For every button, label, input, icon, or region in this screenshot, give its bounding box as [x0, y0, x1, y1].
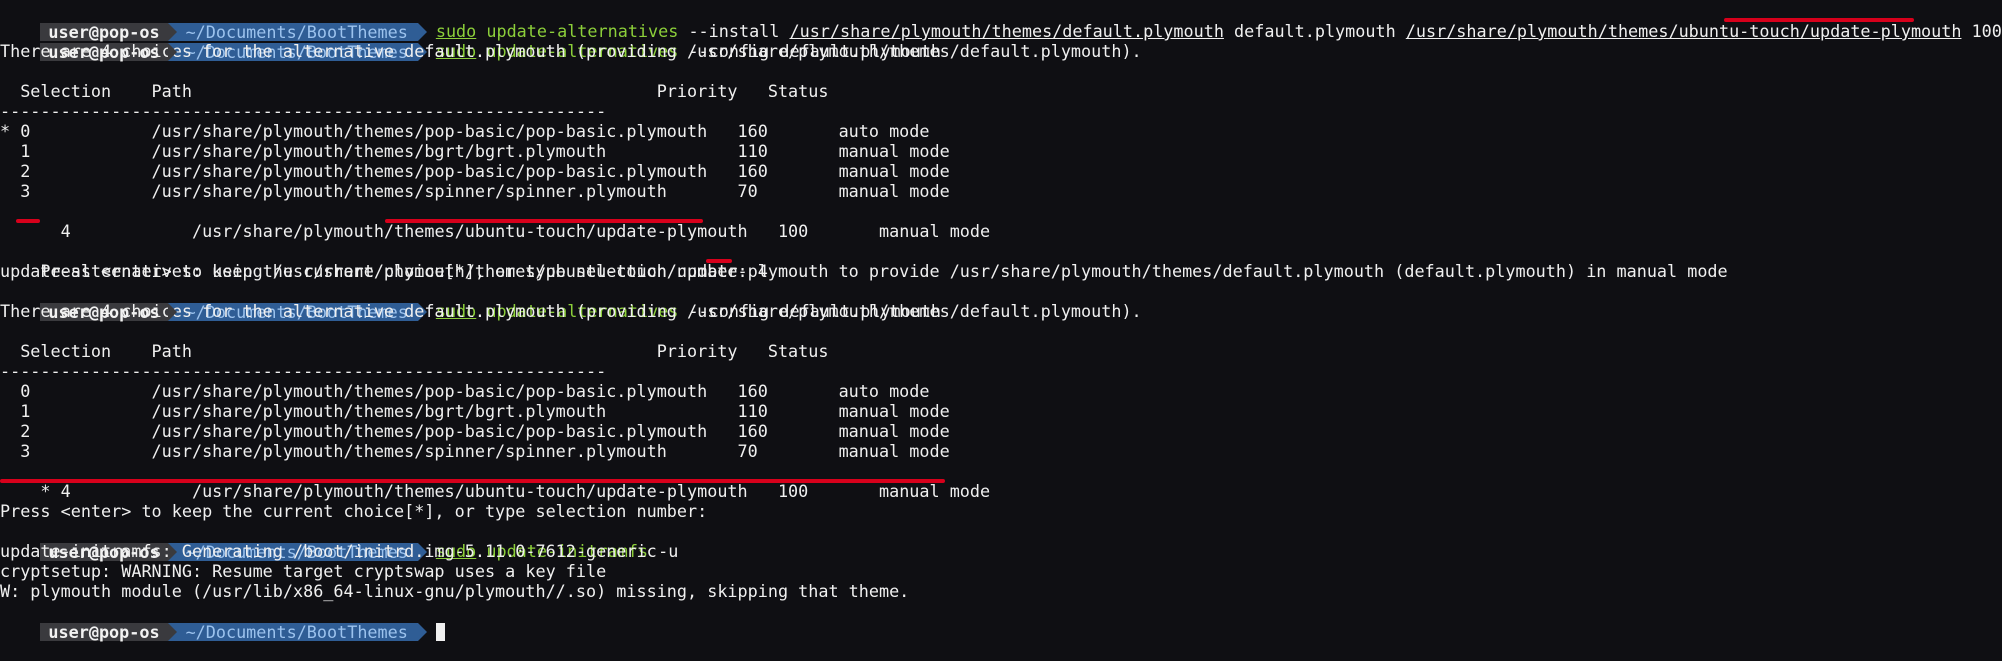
table-header: Selection Path Priority Status [0, 81, 829, 101]
selection-prompt: Press <enter> to keep the current choice… [0, 501, 708, 521]
command-line-config: user@pop-os ~/Documents/BootThemes sudo up… [0, 21, 2002, 61]
table-header: Selection Path Priority Status [0, 341, 829, 361]
table-row: 3 /usr/share/plymouth/themes/spinner/spi… [0, 181, 950, 201]
table-row-highlighted: 4 /usr/share/plymouth/themes/ubuntu-touc… [0, 201, 2002, 241]
table-row: 1 /usr/share/plymouth/themes/bgrt/bgrt.p… [0, 141, 950, 161]
prompt: user@pop-os ~/Documents/BootThemes [40, 623, 428, 641]
table-row: 3 /usr/share/plymouth/themes/spinner/spi… [0, 441, 950, 461]
command-line-initramfs: user@pop-os ~/Documents/BootThemes sudo up… [0, 521, 2002, 561]
table-row-highlighted: * 4 /usr/share/plymouth/themes/ubuntu-to… [0, 461, 2002, 501]
output-line: update-initramfs: Generating /boot/initr… [0, 541, 657, 561]
output-line: cryptsetup: WARNING: Resume target crypt… [0, 561, 607, 581]
command-line-config: user@pop-os ~/Documents/BootThemes sudo up… [0, 281, 2002, 321]
table-row: 2 /usr/share/plymouth/themes/pop-basic/p… [0, 161, 950, 181]
terminal-window[interactable]: user@pop-os ~/Documents/BootThemes sudo up… [0, 0, 2002, 641]
table-row: * 0 /usr/share/plymouth/themes/pop-basic… [0, 121, 930, 141]
output-line: There are 4 choices for the alternative … [0, 41, 1142, 61]
command-line-active[interactable]: user@pop-os ~/Documents/BootThemes [0, 601, 2002, 641]
command-line-install: user@pop-os ~/Documents/BootThemes sudo up… [0, 1, 2002, 41]
table-row: 0 /usr/share/plymouth/themes/pop-basic/p… [0, 381, 930, 401]
text-cursor[interactable] [435, 623, 445, 641]
table-row: 1 /usr/share/plymouth/themes/bgrt/bgrt.p… [0, 401, 950, 421]
table-divider: ----------------------------------------… [0, 361, 607, 381]
table-divider: ----------------------------------------… [0, 101, 607, 121]
output-line: W: plymouth module (/usr/lib/x86_64-linu… [0, 581, 910, 601]
prompt-user: user@pop-os [40, 623, 177, 641]
output-line: There are 4 choices for the alternative … [0, 301, 1142, 321]
output-line: update-alternatives: using /usr/share/pl… [0, 261, 1728, 281]
prompt-dir: ~/Documents/BootThemes [167, 623, 428, 641]
table-row: 2 /usr/share/plymouth/themes/pop-basic/p… [0, 421, 950, 441]
selection-prompt-line: Press <enter> to keep the current choice… [0, 241, 2002, 281]
